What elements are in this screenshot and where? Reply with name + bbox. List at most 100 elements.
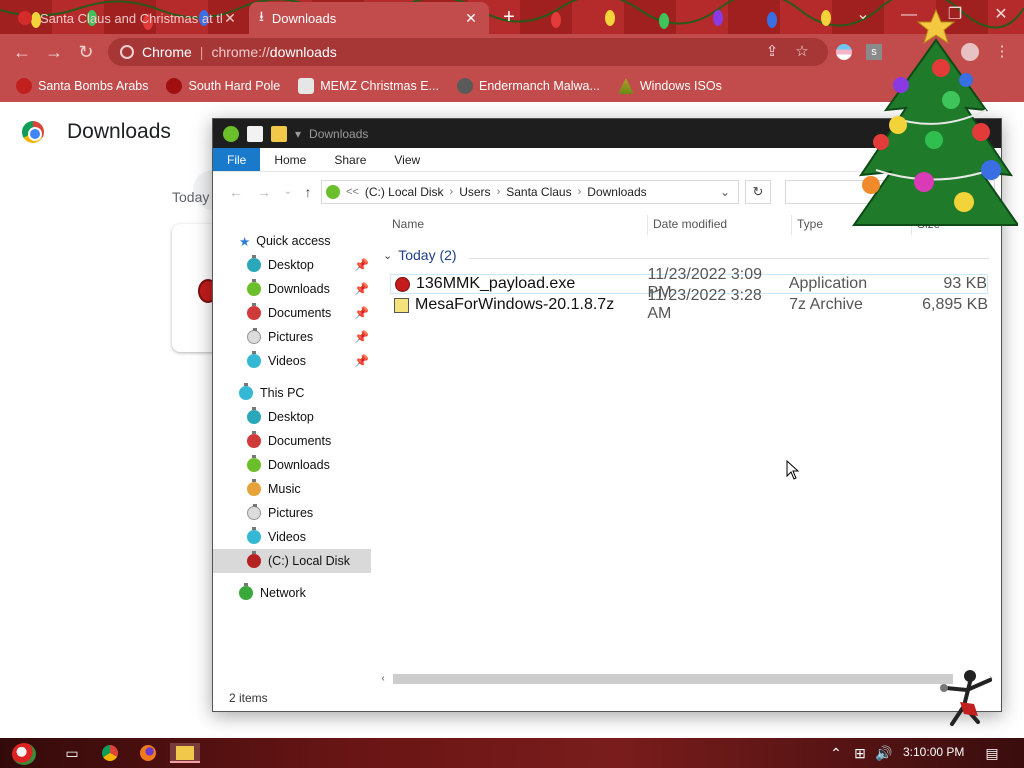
breadcrumb-santa-claus[interactable]: Santa Claus	[506, 185, 571, 199]
nav-pc-downloads[interactable]: Downloads	[213, 453, 371, 477]
show-hidden-icons-chevron[interactable]: ⌃	[826, 743, 846, 763]
close-tab-icon[interactable]: ✕	[463, 10, 479, 27]
properties-icon[interactable]	[247, 125, 263, 142]
file-type: 7z Archive	[789, 296, 863, 313]
bookmark-south-hard-pole[interactable]: South Hard Pole	[166, 78, 280, 94]
breadcrumb-local-disk[interactable]: (C:) Local Disk	[365, 185, 444, 199]
explorer-address-bar[interactable]: << (C:) Local Disk › Users › Santa Claus…	[321, 180, 739, 204]
qat-dropdown-icon[interactable]: ▾	[295, 127, 301, 141]
group-header[interactable]: ⌄ Today (2)	[383, 247, 457, 263]
breadcrumb-users[interactable]: Users	[459, 185, 490, 199]
star-icon: ★	[239, 234, 251, 249]
nav-label: Desktop	[268, 258, 314, 272]
chevron-right-icon[interactable]: ›	[450, 186, 454, 198]
refresh-button[interactable]: ↻	[745, 180, 771, 204]
nav-pc-music[interactable]: Music	[213, 477, 371, 501]
nav-this-pc[interactable]: This PC	[213, 381, 371, 405]
nav-quick-documents[interactable]: Documents 📌	[213, 301, 371, 325]
ornament-icon	[247, 351, 261, 368]
ribbon-tab-view[interactable]: View	[380, 148, 434, 171]
ornament-icon	[247, 551, 261, 568]
file-explorer-taskbar-icon[interactable]	[170, 743, 200, 763]
ornament-icon	[247, 527, 261, 544]
nav-quick-pictures[interactable]: Pictures 📌	[213, 325, 371, 349]
nav-label: Pictures	[268, 506, 314, 520]
nav-pc-desktop[interactable]: Desktop	[213, 405, 371, 429]
address-dropdown-icon[interactable]: ⌄	[720, 185, 730, 199]
nav-pc-local-disk[interactable]: (C:) Local Disk	[213, 549, 371, 573]
group-label: Today (2)	[398, 247, 457, 263]
bookmark-santa-bombs-arabs[interactable]: Santa Bombs Arabs	[16, 78, 148, 94]
bookmark-label: Endermanch Malwa...	[478, 79, 600, 93]
recent-dropdown-icon[interactable]: ⌄	[279, 183, 297, 201]
download-group-label: Today	[172, 189, 210, 205]
nav-label: This PC	[260, 386, 305, 400]
ornament-icon	[247, 407, 261, 424]
column-header-date[interactable]: Date modified	[653, 217, 727, 231]
chevron-right-icon[interactable]: ›	[497, 186, 501, 198]
nav-pc-pictures[interactable]: Pictures	[213, 501, 371, 525]
ribbon-tab-file[interactable]: File	[213, 148, 261, 171]
nav-label: Downloads	[268, 458, 330, 472]
horizontal-scrollbar[interactable]: ‹ ›	[375, 671, 999, 687]
site-label: Chrome	[142, 44, 192, 60]
column-divider[interactable]	[647, 215, 648, 235]
ribbon-tab-share[interactable]: Share	[320, 148, 380, 171]
breadcrumb-downloads[interactable]: Downloads	[587, 185, 646, 199]
back-button[interactable]: ←	[10, 40, 34, 64]
ornament-icon	[247, 303, 261, 320]
reload-button[interactable]: ↻	[74, 40, 98, 64]
task-view-icon[interactable]: ▭	[62, 743, 82, 763]
nav-pc-documents[interactable]: Documents	[213, 429, 371, 453]
scroll-left-icon[interactable]: ‹	[375, 671, 391, 687]
nav-quick-videos[interactable]: Videos 📌	[213, 349, 371, 373]
green-ornament-icon	[326, 185, 340, 199]
chrome-taskbar-icon[interactable]	[100, 743, 120, 763]
chrome-logo-icon	[22, 121, 44, 143]
volume-icon[interactable]: 🔊	[874, 743, 894, 763]
bookmark-memz-christmas[interactable]: MEMZ Christmas E...	[298, 78, 439, 94]
nav-network[interactable]: Network	[213, 581, 371, 605]
notifications-icon[interactable]: ▤	[982, 743, 1002, 763]
omnibox-separator: |	[199, 44, 204, 60]
nav-quick-downloads[interactable]: Downloads 📌	[213, 277, 371, 301]
nav-pc-videos[interactable]: Videos	[213, 525, 371, 549]
pin-icon: 📌	[354, 258, 369, 272]
share-icon[interactable]: ⇪	[762, 42, 782, 62]
pin-icon: 📌	[354, 330, 369, 344]
address-bar[interactable]: Chrome | chrome:// downloads	[108, 38, 828, 66]
up-arrow-icon[interactable]: ↑	[299, 183, 317, 201]
overflow-chevron[interactable]: <<	[346, 186, 359, 198]
bookmark-star-icon[interactable]: ☆	[792, 42, 812, 62]
ribbon-tab-home[interactable]: Home	[260, 148, 320, 171]
close-tab-icon[interactable]: ✕	[222, 10, 238, 27]
tab-santa-claus[interactable]: Santa Claus and Christmas at the ✕	[8, 2, 248, 34]
taskbar-clock[interactable]: 3:10:00 PM	[903, 745, 964, 759]
page-title: Downloads	[67, 120, 171, 143]
forward-arrow-icon[interactable]: →	[255, 183, 273, 201]
start-button[interactable]	[12, 743, 40, 765]
nav-quick-access[interactable]: ★ Quick access	[213, 229, 371, 253]
santa-favicon-icon	[18, 11, 32, 25]
folder-icon[interactable]	[271, 125, 287, 142]
green-ornament-icon	[223, 125, 239, 142]
firefox-taskbar-icon[interactable]	[138, 743, 158, 763]
column-header-type[interactable]: Type	[797, 217, 823, 231]
network-icon[interactable]: ⊞	[850, 743, 870, 763]
column-header-name[interactable]: Name	[392, 217, 424, 231]
file-row[interactable]: MesaForWindows-20.1.8.7z 11/23/2022 3:28…	[390, 287, 988, 322]
column-divider[interactable]	[791, 215, 792, 235]
bookmark-label: Windows ISOs	[639, 79, 722, 93]
tab-title: Downloads	[271, 10, 337, 26]
scroll-thumb[interactable]	[393, 674, 953, 684]
bookmark-endermanch-malware[interactable]: Endermanch Malwa...	[456, 78, 600, 94]
chevron-right-icon[interactable]: ›	[578, 186, 582, 198]
nav-quick-desktop[interactable]: Desktop 📌	[213, 253, 371, 277]
back-arrow-icon[interactable]: ←	[227, 183, 245, 201]
red-ornament-icon	[395, 276, 410, 292]
forward-button[interactable]: →	[42, 40, 66, 64]
tab-downloads[interactable]: ⭳ Downloads ✕	[249, 2, 489, 34]
bookmark-windows-isos[interactable]: Windows ISOs	[617, 78, 722, 94]
new-tab-button[interactable]: +	[497, 5, 521, 29]
file-name: MesaForWindows-20.1.8.7z	[415, 296, 615, 313]
